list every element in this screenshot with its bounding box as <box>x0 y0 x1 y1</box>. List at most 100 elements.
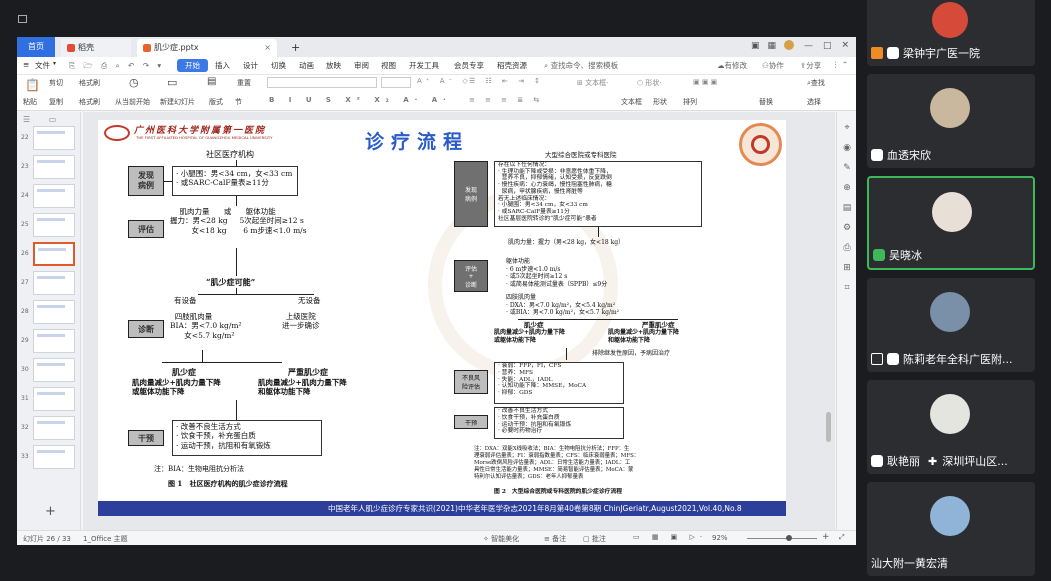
search-box[interactable]: ⌕ 查找命令、搜索模板 <box>544 60 618 71</box>
new-tab-button[interactable]: + <box>285 39 306 57</box>
ribbon-layout[interactable]: 版式 <box>209 97 223 107</box>
layout-icon[interactable]: ▣ <box>751 41 760 51</box>
slide-thumbnail[interactable] <box>33 184 75 208</box>
participant-tile[interactable]: 血透宋欣 <box>867 74 1035 168</box>
menu-item-member[interactable]: 会员专享 <box>454 60 484 71</box>
ribbon-style-top[interactable]: ▣ ▣ ▣ <box>693 78 717 86</box>
menu-item-animation[interactable]: 动画 <box>299 60 314 71</box>
unsaved-indicator[interactable]: ☁有修改 <box>717 60 747 71</box>
ribbon-play-icon[interactable]: ◷ <box>129 76 139 89</box>
slide-thumbnail[interactable] <box>33 126 75 150</box>
fit-window-icon[interactable]: ⤢ <box>839 533 845 542</box>
ribbon-textbox-top[interactable]: ⊞ 文本框· <box>577 78 608 88</box>
thumb-pane-icons[interactable]: ☰ ▭ <box>23 115 64 124</box>
slide-thumbnail[interactable] <box>33 329 75 353</box>
ribbon-cut[interactable]: 剪切 <box>49 78 63 88</box>
slide-thumbnail[interactable] <box>33 155 75 179</box>
zoom-slider[interactable] <box>747 538 817 539</box>
menu-item-developer[interactable]: 开发工具 <box>409 60 439 71</box>
menu-item-insert[interactable]: 插入 <box>215 60 230 71</box>
slide-thumbnail[interactable] <box>33 300 75 324</box>
maximize-icon[interactable]: □ <box>823 41 832 51</box>
comments-button[interactable]: ▢ 批注 <box>583 534 606 544</box>
ribbon-format-painter-top[interactable]: 格式刷 <box>79 78 100 88</box>
zoom-plus-icon[interactable]: + <box>822 532 830 542</box>
ribbon-select[interactable]: 选择 <box>807 97 821 107</box>
hamburger-icon[interactable]: ≡ <box>23 60 29 69</box>
notes-button[interactable]: ≡ 备注 <box>544 534 566 544</box>
participant-tile-speaking[interactable]: 吴晓冰 <box>867 176 1035 270</box>
ribbon-arrange[interactable]: 排列 <box>683 97 697 107</box>
slide[interactable]: 广州医科大学附属第一医院 THE FIRST AFFILIATED HOSPIT… <box>98 120 786 516</box>
ribbon-format-painter[interactable]: 格式刷 <box>79 97 100 107</box>
ribbon-font-icons[interactable]: B I U S X² X₂ A· A· <box>269 96 452 104</box>
ribbon-font-icons-top[interactable]: A⁺ A⁻ ◇ <box>417 77 472 85</box>
more-icon[interactable]: ⋮ ⌃ <box>832 60 848 69</box>
grid-icon[interactable]: ▦ <box>768 41 777 51</box>
participant-tile[interactable]: 陈莉老年全科广医附... <box>867 278 1035 372</box>
font-size-select[interactable] <box>381 77 411 88</box>
zoom-slider-thumb[interactable] <box>786 535 792 541</box>
share-button[interactable]: ⇪分享 <box>800 60 821 71</box>
menu-file[interactable]: 文件 <box>35 60 50 71</box>
right-mass: 四肢肌肉量 · DXA：男<7.0 kg/m²，女<5.4 kg/m² · 或B… <box>506 294 620 316</box>
menu-item-start[interactable]: 开始 <box>177 59 208 72</box>
toolbar-quick-icons[interactable]: ⎘ 🗁 ⎙ ⌕ ↶ ↷ ▾ <box>69 60 164 73</box>
ribbon-reset[interactable]: 重置 <box>237 78 251 88</box>
slide-thumbnail[interactable] <box>33 387 75 411</box>
close-icon[interactable]: ✕ <box>842 41 850 51</box>
ribbon-textbox[interactable]: 文本框 <box>621 97 642 107</box>
ribbon-paste[interactable]: 粘贴 <box>23 97 37 107</box>
ribbon-section[interactable]: 节 <box>235 97 242 107</box>
font-name-select[interactable] <box>267 77 377 88</box>
side-tool-icons[interactable]: ⌖ ◉ ✎ ⊕ ▤ ⚙ ⎙ ⊞ ⌗ <box>841 118 853 298</box>
ribbon-para-icons-top[interactable]: ☰ ☷ ⇤ ⇥ ↕ <box>469 77 544 85</box>
ribbon-from-current[interactable]: 从当前开始 <box>115 97 150 107</box>
participant-tile[interactable]: 耿艳丽 ✚ 深圳坪山区... <box>867 380 1035 474</box>
menu-item-docer[interactable]: 稻壳资源 <box>497 60 527 71</box>
menu-item-slideshow[interactable]: 放映 <box>326 60 341 71</box>
slide-thumbnail[interactable] <box>33 358 75 382</box>
tab-file[interactable]: 肌少症.pptx × <box>137 39 277 57</box>
tab-home[interactable]: 首页 <box>17 37 55 57</box>
ribbon-replace[interactable]: 替换 <box>759 97 773 107</box>
slide-thumbnail[interactable] <box>33 416 75 440</box>
avatar[interactable] <box>784 40 795 50</box>
participant-tile[interactable]: 汕大附一黄宏清 <box>867 482 1035 576</box>
minimize-icon[interactable]: — <box>804 41 813 51</box>
vertical-scrollbar[interactable] <box>826 412 831 442</box>
window-icon[interactable] <box>18 15 27 23</box>
slide-thumbnail[interactable] <box>33 271 75 295</box>
add-slide-button[interactable]: + <box>45 504 56 519</box>
slide-thumbnail[interactable] <box>33 213 75 237</box>
thumbnail-number: 23 <box>21 163 29 170</box>
ribbon-new-slide-icon[interactable]: ▭ <box>167 76 177 89</box>
right-interv-text: · 改善不良生活方式 · 饮食干预，补充蛋白质 · 运动干预：抗阻和有氧锻炼 ·… <box>498 408 572 435</box>
ribbon-copy[interactable]: 复制 <box>49 97 63 107</box>
participant-tile[interactable]: 梁钟宇广医一院 <box>867 0 1035 66</box>
ribbon-new-slide[interactable]: 新建幻灯片 <box>160 97 195 107</box>
view-mode-icons[interactable]: ▭ ▦ ▣ ▷· <box>633 533 707 541</box>
menu-item-design[interactable]: 设计 <box>243 60 258 71</box>
ribbon-shape[interactable]: 形状 <box>653 97 667 107</box>
paste-icon[interactable]: 📋 <box>25 78 40 92</box>
thumbnail-preview-bar <box>37 189 65 192</box>
avatar <box>932 2 968 38</box>
connector <box>162 362 282 363</box>
collab-button[interactable]: ⚇协作 <box>762 60 784 71</box>
ribbon-find[interactable]: ⌕查找 <box>807 78 825 88</box>
ribbon-align-icons[interactable]: ≡ ≡ ≡ ≣ ⇆ <box>469 96 543 104</box>
ribbon-layout-icon[interactable]: ▤ <box>207 76 216 87</box>
ribbon-shape-top[interactable]: ⬡ 形状· <box>637 78 662 88</box>
menu-file-chevron-icon[interactable]: ▾ <box>53 60 56 67</box>
slide-editing-area[interactable]: 广州医科大学附属第一医院 THE FIRST AFFILIATED HOSPIT… <box>83 112 835 530</box>
slide-thumbnail[interactable] <box>33 242 75 266</box>
beautify-button[interactable]: ✧ 智能美化 <box>483 534 519 544</box>
close-tab-icon[interactable]: × <box>264 39 271 57</box>
menu-item-review[interactable]: 审阅 <box>354 60 369 71</box>
menu-item-view[interactable]: 视图 <box>381 60 396 71</box>
participant-name: 耿艳丽 ✚ 深圳坪山区... <box>871 453 1008 469</box>
slide-thumbnail[interactable] <box>33 445 75 469</box>
menu-item-transition[interactable]: 切换 <box>271 60 286 71</box>
tab-docer[interactable]: 稻壳 <box>61 39 131 57</box>
